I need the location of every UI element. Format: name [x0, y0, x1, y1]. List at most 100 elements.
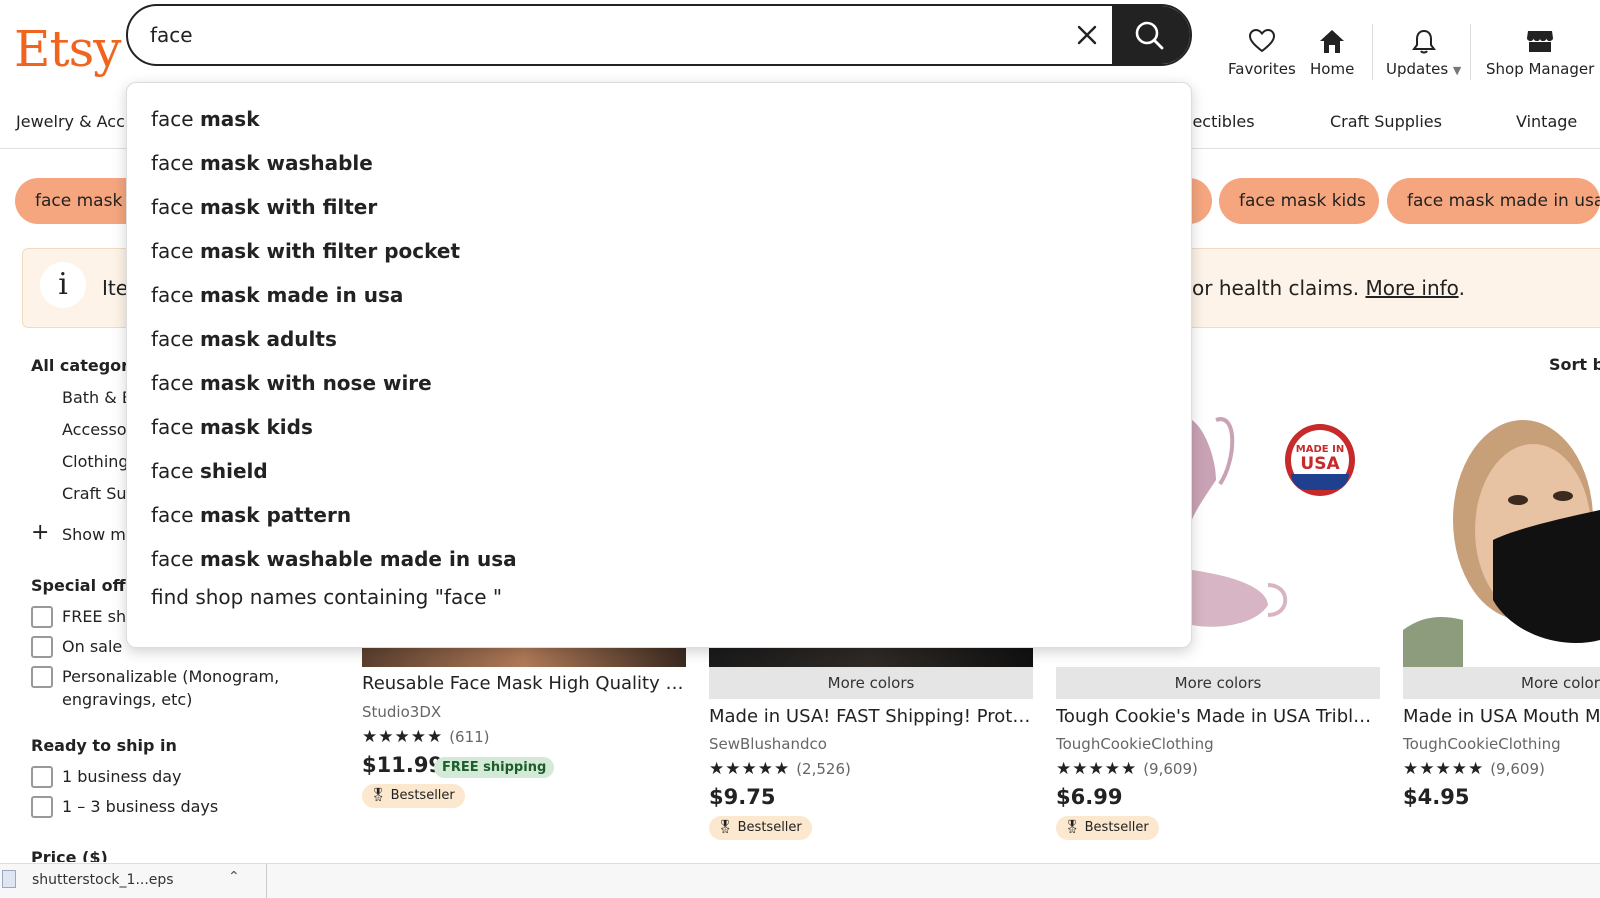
product-title[interactable]: Tough Cookie's Made in USA Trible...	[1056, 706, 1380, 727]
product-title[interactable]: Made in USA! FAST Shipping! Prote...	[709, 706, 1033, 727]
product-rating: ★★★★★ (2,526)	[709, 759, 851, 779]
star-rating-icon: ★★★★★	[1403, 759, 1485, 779]
product-title[interactable]: Reusable Face Mask High Quality C...	[362, 673, 686, 694]
search-suggestion[interactable]: face mask pattern	[151, 503, 351, 527]
bestseller-badge: 🎖 Bestseller	[362, 784, 465, 808]
price-heading: Price ($)	[31, 848, 108, 862]
shop-manager-button[interactable]: Shop Manager	[1486, 28, 1594, 78]
more-info-link[interactable]: More info	[1365, 276, 1458, 300]
etsy-logo[interactable]: Etsy	[14, 20, 121, 78]
product-shop[interactable]: Studio3DX	[362, 703, 441, 721]
nav-divider	[1470, 24, 1471, 80]
sidebar-cat-craft[interactable]: Craft Su	[62, 484, 127, 503]
show-more-link[interactable]: Show m	[62, 525, 126, 544]
chevron-up-icon[interactable]: ⌃	[228, 869, 240, 885]
bestseller-badge: 🎖 Bestseller	[1056, 816, 1159, 840]
product-rating: ★★★★★ (9,609)	[1403, 759, 1545, 779]
all-categories-heading[interactable]: All categori	[31, 356, 135, 375]
one-three-days-label[interactable]: 1 – 3 business days	[62, 797, 218, 816]
suggestion-completion: mask	[199, 107, 260, 131]
search-suggestion[interactable]: face mask washable	[151, 151, 373, 175]
search-suggestions-dropdown: face mask face mask washable face mask wit…	[126, 82, 1192, 648]
on-sale-checkbox[interactable]	[31, 636, 53, 658]
bestseller-badge: 🎖 Bestseller	[709, 816, 812, 840]
review-count: (9,609)	[1143, 760, 1198, 778]
category-collectibles[interactable]: lectibles	[1188, 112, 1255, 131]
updates-label: Updates	[1386, 60, 1449, 78]
free-shipping-label[interactable]: FREE shi	[62, 607, 131, 626]
suggestion-prefix: face	[151, 195, 194, 219]
search-suggestion[interactable]: face mask with filter	[151, 195, 377, 219]
one-three-days-checkbox[interactable]	[31, 796, 53, 818]
search-suggestion[interactable]: face mask	[151, 107, 260, 131]
heart-icon	[1248, 28, 1275, 53]
search-suggestion[interactable]: face shield	[151, 459, 268, 483]
search-suggestion[interactable]: face mask with nose wire	[151, 371, 432, 395]
info-icon: i	[40, 262, 86, 308]
favorites-label: Favorites	[1228, 60, 1296, 78]
ribbon-icon: 🎖	[717, 820, 738, 835]
downloads-bar: shutterstock_1...eps ⌃	[0, 863, 1600, 898]
more-colors-label: More colors	[709, 667, 1033, 699]
search-bar[interactable]	[126, 4, 1192, 66]
bell-icon	[1411, 29, 1436, 54]
category-vintage[interactable]: Vintage	[1516, 112, 1577, 131]
clear-search-icon[interactable]	[1072, 20, 1102, 50]
product-image[interactable]	[1403, 400, 1600, 667]
suggestion-prefix: face	[151, 547, 194, 571]
personalizable-checkbox[interactable]	[31, 666, 53, 688]
suggestion-completion: mask made in usa	[199, 283, 404, 307]
sidebar-cat-accessories[interactable]: Accesso	[62, 420, 127, 439]
product-price: $4.95	[1403, 785, 1470, 809]
personalizable-label[interactable]: Personalizable (Monogram,	[62, 667, 279, 686]
suggestion-completion: mask with nose wire	[199, 371, 432, 395]
search-suggestion[interactable]: face mask washable made in usa	[151, 547, 517, 571]
download-divider	[266, 864, 267, 898]
suggestion-completion: mask pattern	[199, 503, 352, 527]
favorites-button[interactable]: Favorites	[1228, 28, 1296, 78]
suggestion-prefix: face	[151, 415, 194, 439]
sidebar-cat-bath[interactable]: Bath & B	[62, 388, 133, 407]
product-shop[interactable]: SewBlushandco	[709, 735, 827, 753]
special-offers-heading: Special offe	[31, 576, 137, 595]
one-day-label[interactable]: 1 business day	[62, 767, 182, 786]
suggestion-completion: mask with filter pocket	[199, 239, 460, 263]
download-filename[interactable]: shutterstock_1...eps	[32, 872, 174, 888]
star-rating-icon: ★★★★★	[709, 759, 791, 779]
search-input[interactable]	[150, 6, 1030, 64]
category-jewelry[interactable]: Jewelry & Acc	[16, 112, 125, 131]
suggestion-completion: mask kids	[199, 415, 313, 439]
search-suggestion[interactable]: face mask with filter pocket	[151, 239, 460, 263]
sidebar-cat-clothing[interactable]: Clothing	[62, 452, 129, 471]
product-shop[interactable]: ToughCookieClothing	[1056, 735, 1214, 753]
search-button[interactable]	[1112, 6, 1190, 64]
star-rating-icon: ★★★★★	[1056, 759, 1138, 779]
chip-face-mask-kids[interactable]: face mask kids	[1219, 178, 1379, 224]
bestseller-label: Bestseller	[1084, 820, 1149, 835]
search-suggestion[interactable]: face mask kids	[151, 415, 313, 439]
find-shop-names-option[interactable]: find shop names containing "face "	[151, 585, 502, 609]
category-craft-supplies[interactable]: Craft Supplies	[1330, 112, 1442, 131]
ready-to-ship-heading: Ready to ship in	[31, 736, 177, 755]
suggestion-prefix: face	[151, 239, 194, 263]
product-price: $11.99	[362, 753, 444, 777]
chip-face-mask-made-in-usa[interactable]: face mask made in usa	[1387, 178, 1600, 224]
updates-button[interactable]: Updates ▼	[1386, 28, 1461, 78]
suggestion-prefix: face	[151, 151, 194, 175]
one-day-checkbox[interactable]	[31, 766, 53, 788]
plus-icon[interactable]: +	[31, 522, 49, 544]
ribbon-icon: 🎖	[1064, 820, 1085, 835]
free-shipping-checkbox[interactable]	[31, 606, 53, 628]
search-suggestion[interactable]: face mask made in usa	[151, 283, 403, 307]
review-count: (2,526)	[796, 760, 851, 778]
product-price: $6.99	[1056, 785, 1123, 809]
sort-by-button[interactable]: Sort b	[1549, 355, 1600, 374]
product-title[interactable]: Made in USA Mouth Ma	[1403, 706, 1600, 727]
review-count: (611)	[449, 728, 490, 746]
suggestion-prefix: face	[151, 327, 194, 351]
on-sale-label[interactable]: On sale	[62, 637, 122, 656]
product-shop[interactable]: ToughCookieClothing	[1403, 735, 1561, 753]
personalizable-label-line2[interactable]: engravings, etc)	[62, 690, 192, 709]
search-suggestion[interactable]: face mask adults	[151, 327, 337, 351]
home-button[interactable]: Home	[1310, 28, 1354, 78]
